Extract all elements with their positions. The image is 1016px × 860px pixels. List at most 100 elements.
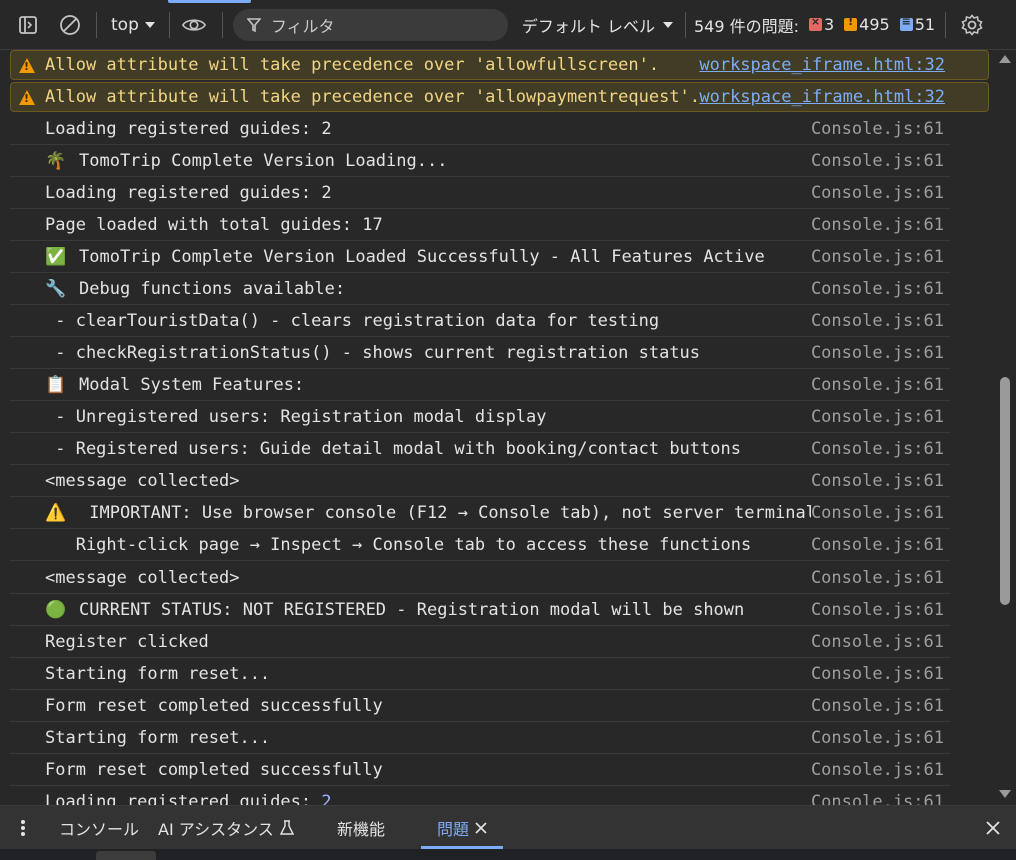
console-message: 📋 Modal System Features: xyxy=(10,375,811,395)
warning-count-badge: ! 495 xyxy=(844,15,890,34)
issues-counter[interactable]: 549 件の問題: × 3 ! 495 ≡ 51 xyxy=(694,13,935,37)
scrollbar-thumb[interactable] xyxy=(1000,377,1010,605)
scroll-down-icon[interactable] xyxy=(999,790,1011,798)
source-link[interactable]: workspace_iframe.html:32 xyxy=(699,87,988,107)
source-link[interactable]: Console.js:61 xyxy=(811,696,950,716)
source-link[interactable]: Console.js:61 xyxy=(811,471,950,491)
toolbar-separator xyxy=(168,11,170,38)
chevron-down-icon xyxy=(144,21,155,28)
source-link[interactable]: Console.js:61 xyxy=(811,183,950,203)
console-message-text: TomoTrip Complete Version Loaded Success… xyxy=(79,247,765,267)
close-drawer-icon[interactable] xyxy=(985,806,1001,849)
message-emoji-icon: 🌴 xyxy=(45,151,67,171)
close-tab-icon[interactable] xyxy=(475,821,487,834)
console-log-row: Form reset completed successfully Console… xyxy=(10,691,950,722)
source-link[interactable]: Console.js:61 xyxy=(811,375,950,395)
vertical-scrollbar[interactable] xyxy=(998,55,1012,800)
source-link[interactable]: Console.js:61 xyxy=(811,119,950,139)
console-message: <message collected> xyxy=(10,471,811,491)
filter-input[interactable]: フィルタ xyxy=(232,8,508,41)
warning-icon xyxy=(19,57,35,73)
source-link[interactable]: Console.js:61 xyxy=(811,215,950,235)
source-link[interactable]: Console.js:61 xyxy=(811,247,950,267)
filter-icon xyxy=(246,17,261,32)
flask-icon xyxy=(279,819,294,835)
source-link[interactable]: Console.js:61 xyxy=(811,568,950,588)
console-log-row: Loading registered guides: 2 Console.js:6… xyxy=(10,178,950,209)
console-message: Loading registered guides: 2 xyxy=(10,183,811,203)
console-message: Form reset completed successfully xyxy=(10,696,811,716)
console-message: <message collected> xyxy=(10,568,811,588)
console-message: Form reset completed successfully xyxy=(10,760,811,780)
source-link[interactable]: Console.js:61 xyxy=(811,311,950,331)
console-message: Allow attribute will take precedence ove… xyxy=(11,55,699,75)
message-emoji-icon: 🔧 xyxy=(45,279,67,299)
console-message-text: - Registered users: Guide detail modal w… xyxy=(45,439,741,459)
console-message-text: Allow attribute will take precedence ove… xyxy=(45,87,700,107)
context-selector[interactable]: top xyxy=(105,15,161,35)
console-log-row: Loading registered guides: 2 Console.js:6… xyxy=(10,787,950,805)
scroll-up-icon[interactable] xyxy=(999,55,1011,63)
source-link[interactable]: Console.js:61 xyxy=(811,279,950,299)
active-indicator xyxy=(168,0,251,3)
console-log-row: Form reset completed successfully Console… xyxy=(10,755,950,786)
source-link[interactable]: Console.js:61 xyxy=(811,503,950,523)
source-link[interactable]: workspace_iframe.html:32 xyxy=(699,55,988,75)
context-label: top xyxy=(111,14,139,35)
info-icon: ≡ xyxy=(899,15,913,31)
console-log-row: 📋 Modal System Features: Console.js:61 xyxy=(10,370,950,401)
source-link[interactable]: Console.js:61 xyxy=(811,343,950,363)
console-message: - Registered users: Guide detail modal w… xyxy=(10,439,811,459)
console-message: ✅ TomoTrip Complete Version Loaded Succes… xyxy=(10,247,811,267)
eye-icon[interactable] xyxy=(181,13,206,37)
console-log-row: Right-click page → Inspect → Console tab… xyxy=(10,530,950,561)
console-message: - checkRegistrationStatus() - shows curr… xyxy=(10,343,811,363)
console-log-row: - checkRegistrationStatus() - shows curr… xyxy=(10,338,950,369)
console-message: Allow attribute will take precedence ove… xyxy=(11,87,699,107)
console-message: Page loaded with total guides: 17 xyxy=(10,215,811,235)
more-tabs-icon[interactable] xyxy=(20,806,26,849)
console-message-text: Starting form reset... xyxy=(45,664,271,684)
console-message-text: Right-click page → Inspect → Console tab… xyxy=(45,535,752,555)
gear-icon[interactable] xyxy=(960,13,984,37)
message-emoji-icon: ✅ xyxy=(45,247,67,267)
tab-whats-new[interactable]: 新機能 xyxy=(337,806,385,849)
console-message: Right-click page → Inspect → Console tab… xyxy=(10,535,811,555)
source-link[interactable]: Console.js:61 xyxy=(811,535,950,555)
console-log-row: Starting form reset... Console.js:61 xyxy=(10,723,950,754)
taskbar-item xyxy=(96,851,156,860)
source-link[interactable]: Console.js:61 xyxy=(811,600,950,620)
source-link[interactable]: Console.js:61 xyxy=(811,151,950,171)
issues-label: 549 件の問題: xyxy=(693,16,799,36)
source-link[interactable]: Console.js:61 xyxy=(811,664,950,684)
console-message-text: - Unregistered users: Registration modal… xyxy=(45,407,547,427)
console-message: Starting form reset... xyxy=(10,664,811,684)
console-log-row: Page loaded with total guides: 17 Console… xyxy=(10,210,950,241)
console-log-row: 🔧 Debug functions available: Console.js:61 xyxy=(10,274,950,305)
log-level-selector[interactable]: デフォルト レベル xyxy=(522,13,673,37)
toolbar-separator xyxy=(945,11,947,38)
source-link[interactable]: Console.js:61 xyxy=(811,760,950,780)
source-link[interactable]: Console.js:61 xyxy=(811,792,950,805)
taskbar-strip xyxy=(0,849,1016,860)
console-message-text: Debug functions available: xyxy=(79,279,346,299)
console-log-row: Register clicked Console.js:61 xyxy=(10,627,950,658)
console-message-text: CURRENT STATUS: NOT REGISTERED - Registr… xyxy=(79,600,745,620)
console-message-text: Loading registered guides: 2 xyxy=(45,119,332,139)
source-link[interactable]: Console.js:61 xyxy=(811,407,950,427)
console-message-text: Allow attribute will take precedence ove… xyxy=(45,55,660,75)
source-link[interactable]: Console.js:61 xyxy=(811,632,950,652)
sidebar-toggle-icon[interactable] xyxy=(16,13,40,37)
clear-console-icon[interactable] xyxy=(58,13,82,37)
tab-issues[interactable]: 問題 xyxy=(437,806,487,849)
console-log-row: Starting form reset... Console.js:61 xyxy=(10,659,950,690)
tab-ai-assistance[interactable]: AI アシスタンス xyxy=(158,806,294,849)
error-icon: × xyxy=(808,15,822,31)
drawer-tab-bar: コンソール AI アシスタンス 新機能 問題 xyxy=(0,805,1016,849)
console-warning-row: Allow attribute will take precedence ove… xyxy=(10,82,989,112)
console-message: Starting form reset... xyxy=(10,728,811,748)
tab-console[interactable]: コンソール xyxy=(59,806,139,849)
source-link[interactable]: Console.js:61 xyxy=(811,439,950,459)
source-link[interactable]: Console.js:61 xyxy=(811,728,950,748)
console-message-text: Starting form reset... xyxy=(45,728,271,748)
